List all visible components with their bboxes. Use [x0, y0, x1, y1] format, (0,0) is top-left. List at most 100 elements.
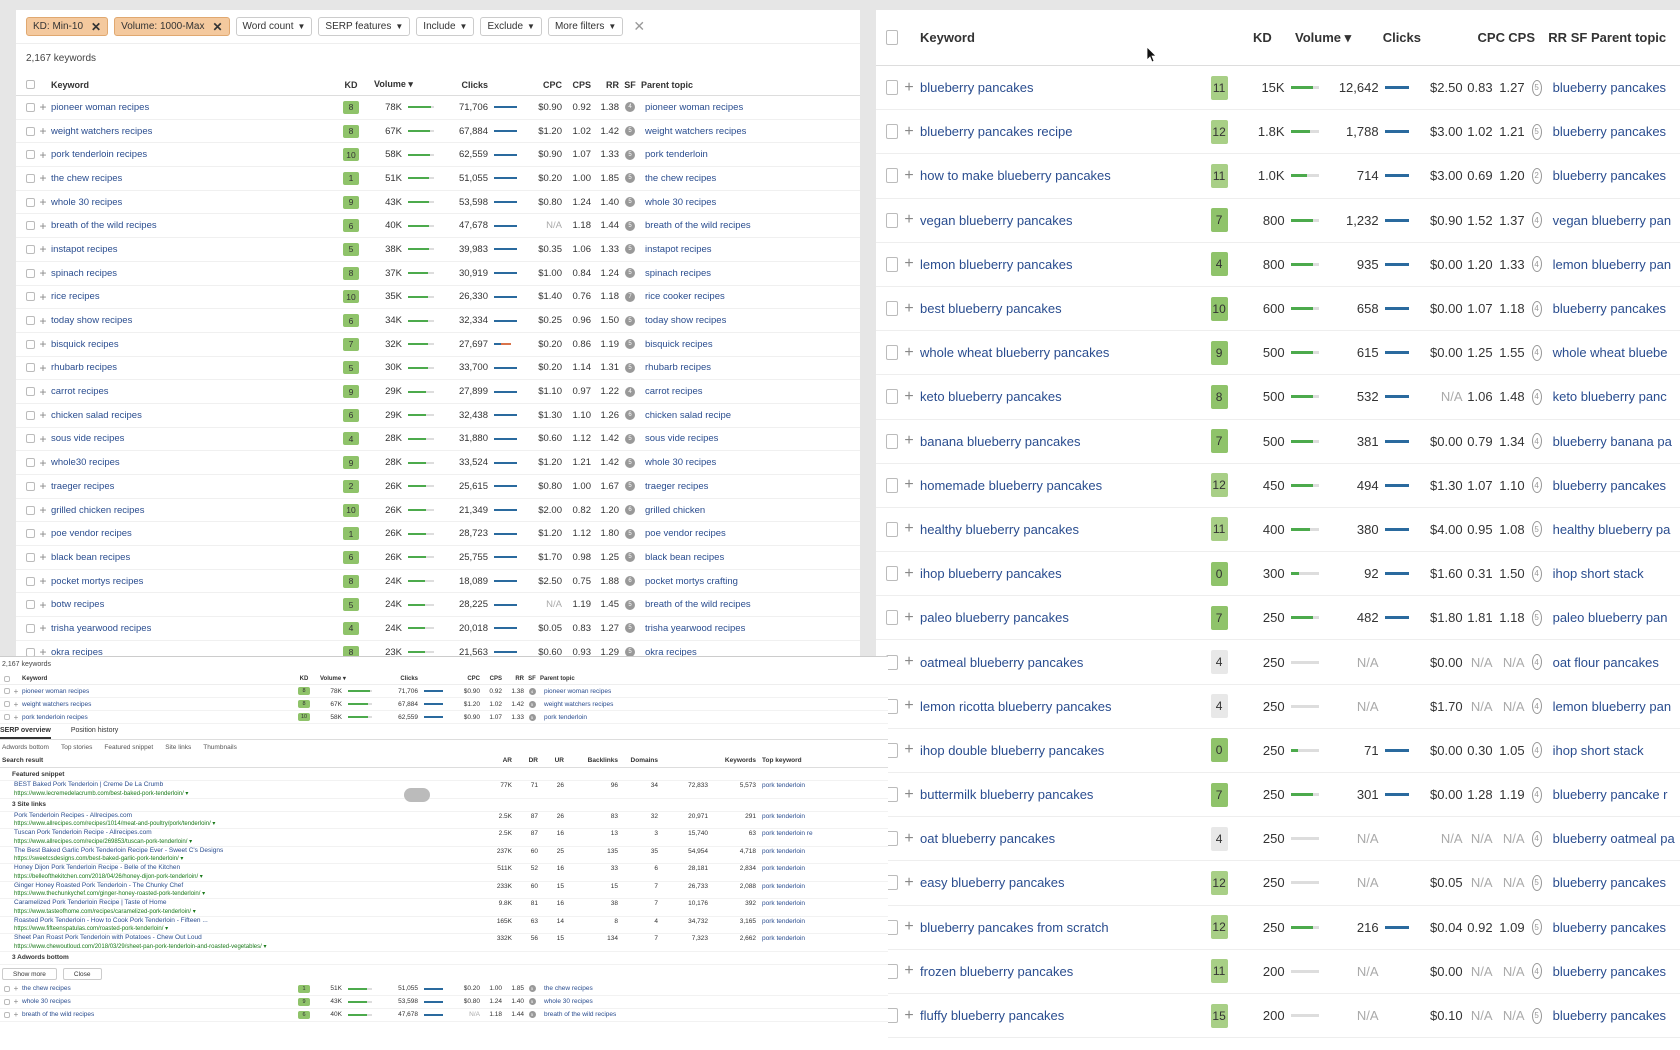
serp-feature-filter[interactable]: Adwords bottom — [2, 744, 49, 751]
column-kd[interactable]: KD — [298, 676, 310, 682]
column-sf[interactable]: SF — [524, 676, 540, 682]
filter-chip[interactable]: More filters ▼ — [547, 17, 624, 36]
parent-topic-link[interactable]: blueberry pancakes — [1549, 1008, 1680, 1023]
keyword-link[interactable]: rhubarb recipes — [51, 362, 343, 373]
parent-topic-link[interactable]: spinach recipes — [641, 268, 791, 279]
parent-topic-link[interactable]: trisha yearwood recipes — [641, 623, 791, 634]
column-cpc[interactable]: CPC — [446, 676, 480, 682]
plus-icon[interactable]: + — [898, 962, 920, 980]
close-icon[interactable]: ✕ — [212, 20, 222, 34]
plus-icon[interactable]: + — [35, 171, 51, 185]
plus-icon[interactable]: + — [898, 520, 920, 538]
plus-icon[interactable]: + — [35, 621, 51, 635]
plus-icon[interactable]: + — [10, 713, 22, 722]
keyword-link[interactable]: paleo blueberry pancakes — [920, 610, 1211, 625]
row-checkbox[interactable] — [26, 292, 35, 302]
parent-topic-link[interactable]: breath of the wild recipes — [641, 220, 791, 231]
keyword-link[interactable]: botw recipes — [51, 599, 343, 610]
parent-topic-link[interactable]: blueberry pancakes — [1549, 920, 1680, 935]
serp-features-badge[interactable]: 5 — [625, 126, 635, 137]
parent-topic-link[interactable]: vegan blueberry pan — [1549, 213, 1680, 228]
serp-result-title[interactable]: Sheet Pan Roast Pork Tenderloin with Pot… — [14, 934, 472, 943]
row-checkbox[interactable] — [26, 647, 35, 656]
serp-features-badge[interactable]: 5 — [625, 623, 635, 634]
serp-result-title[interactable]: BEST Baked Pork Tenderloin | Creme De La… — [14, 781, 472, 790]
parent-topic-link[interactable]: ihop short stack — [1549, 743, 1680, 758]
parent-topic-link[interactable]: pioneer woman recipes — [641, 102, 791, 113]
plus-icon[interactable]: + — [898, 255, 920, 273]
column-clicks[interactable]: Clicks — [438, 80, 488, 90]
serp-features-badge[interactable]: 4 — [528, 687, 536, 695]
serp-features-badge[interactable]: 4 — [1531, 565, 1542, 582]
parent-topic-link[interactable]: instapot recipes — [641, 244, 791, 255]
keyword-link[interactable]: lemon ricotta blueberry pancakes — [920, 699, 1211, 714]
serp-sub-row[interactable]: Featured snippet — [0, 768, 888, 781]
serp-result-title[interactable]: Tuscan Pork Tenderloin Recipe - Allrecip… — [14, 829, 472, 838]
plus-icon[interactable]: + — [10, 1010, 22, 1019]
plus-icon[interactable]: + — [898, 609, 920, 627]
close-icon[interactable]: ✕ — [633, 18, 645, 35]
column-cpc[interactable]: CPC — [520, 80, 562, 90]
serp-feature-filter[interactable]: Featured snippet — [104, 744, 153, 751]
plus-icon[interactable]: + — [898, 432, 920, 450]
column-rr[interactable]: RR — [1535, 30, 1567, 45]
column-volume[interactable]: Volume ▾ — [320, 675, 376, 682]
serp-result-url[interactable]: https://www.chewoutloud.com/2018/03/29/s… — [14, 943, 472, 951]
plus-icon[interactable]: + — [10, 984, 22, 993]
serp-features-badge[interactable]: 6 — [625, 505, 635, 516]
plus-icon[interactable]: + — [898, 476, 920, 494]
column-cps[interactable]: CPS — [480, 676, 502, 682]
serp-top[interactable]: pork tenderloin — [756, 864, 826, 873]
serp-sub-row[interactable]: 3 Adwords bottom — [0, 952, 888, 965]
serp-features-badge[interactable]: 4 — [1531, 212, 1542, 229]
serp-feature-filter[interactable]: Site links — [165, 744, 191, 751]
select-all-checkbox[interactable] — [886, 30, 898, 45]
serp-result-url[interactable]: https://www.tasteofhome.com/recipes/cara… — [14, 908, 472, 916]
parent-topic-link[interactable]: keto blueberry panc — [1549, 389, 1680, 404]
serp-top[interactable]: pork tenderloin — [756, 781, 826, 790]
keyword-link[interactable]: lemon blueberry pancakes — [920, 257, 1211, 272]
row-checkbox[interactable] — [886, 433, 898, 449]
plus-icon[interactable]: + — [898, 918, 920, 936]
keyword-link[interactable]: carrot recipes — [51, 386, 343, 397]
serp-features-badge[interactable]: 4 — [1531, 344, 1542, 361]
plus-icon[interactable]: + — [35, 385, 51, 399]
keyword-link[interactable]: whole wheat blueberry pancakes — [920, 345, 1211, 360]
keyword-link[interactable]: pocket mortys recipes — [51, 576, 343, 587]
serp-features-badge[interactable]: 5 — [528, 713, 536, 721]
keyword-link[interactable]: okra recipes — [51, 647, 343, 656]
serp-result-url[interactable]: https://www.allrecipes.com/recipes/1014/… — [14, 820, 472, 828]
serp-features-badge[interactable]: 4 — [625, 386, 635, 397]
plus-icon[interactable]: + — [898, 388, 920, 406]
keyword-link[interactable]: chicken salad recipes — [51, 410, 343, 421]
plus-icon[interactable]: + — [898, 1007, 920, 1025]
serp-bl[interactable]: 135 — [564, 847, 618, 856]
parent-topic-link[interactable]: whole 30 recipes — [641, 457, 791, 468]
parent-topic-link[interactable]: weight watchers recipes — [540, 701, 660, 708]
plus-icon[interactable]: + — [898, 123, 920, 141]
parent-topic-link[interactable]: lemon blueberry pan — [1549, 699, 1680, 714]
parent-topic-link[interactable]: pocket mortys crafting — [641, 576, 791, 587]
parent-topic-link[interactable]: blueberry pancakes — [1549, 301, 1680, 316]
keyword-link[interactable]: instapot recipes — [51, 244, 343, 255]
serp-result-title[interactable]: The Best Baked Garlic Pork Tenderloin Re… — [14, 847, 472, 856]
serp-result-title[interactable]: Roasted Pork Tenderloin - How to Cook Po… — [14, 917, 472, 926]
serp-result-url[interactable]: https://www.fifteenspatulas.com/roasted-… — [14, 925, 472, 933]
serp-top[interactable]: pork tenderloin — [756, 812, 826, 821]
serp-features-badge[interactable]: 4 — [1531, 477, 1542, 494]
parent-topic-link[interactable]: black bean recipes — [641, 552, 791, 563]
drag-handle[interactable] — [404, 788, 430, 802]
serp-features-badge[interactable]: 4 — [1531, 433, 1542, 450]
column-keyword[interactable]: Keyword — [51, 80, 343, 90]
plus-icon[interactable]: + — [35, 456, 51, 470]
row-checkbox[interactable] — [886, 212, 898, 228]
plus-icon[interactable]: + — [898, 874, 920, 892]
plus-icon[interactable]: + — [35, 598, 51, 612]
serp-features-badge[interactable]: 5 — [1531, 609, 1542, 626]
serp-features-badge[interactable]: 4 — [1531, 654, 1542, 671]
row-checkbox[interactable] — [26, 434, 35, 444]
serp-top[interactable]: pork tenderloin — [756, 882, 826, 891]
serp-bl[interactable]: 134 — [564, 934, 618, 943]
plus-icon[interactable]: + — [35, 219, 51, 233]
keyword-link[interactable]: healthy blueberry pancakes — [920, 522, 1211, 537]
